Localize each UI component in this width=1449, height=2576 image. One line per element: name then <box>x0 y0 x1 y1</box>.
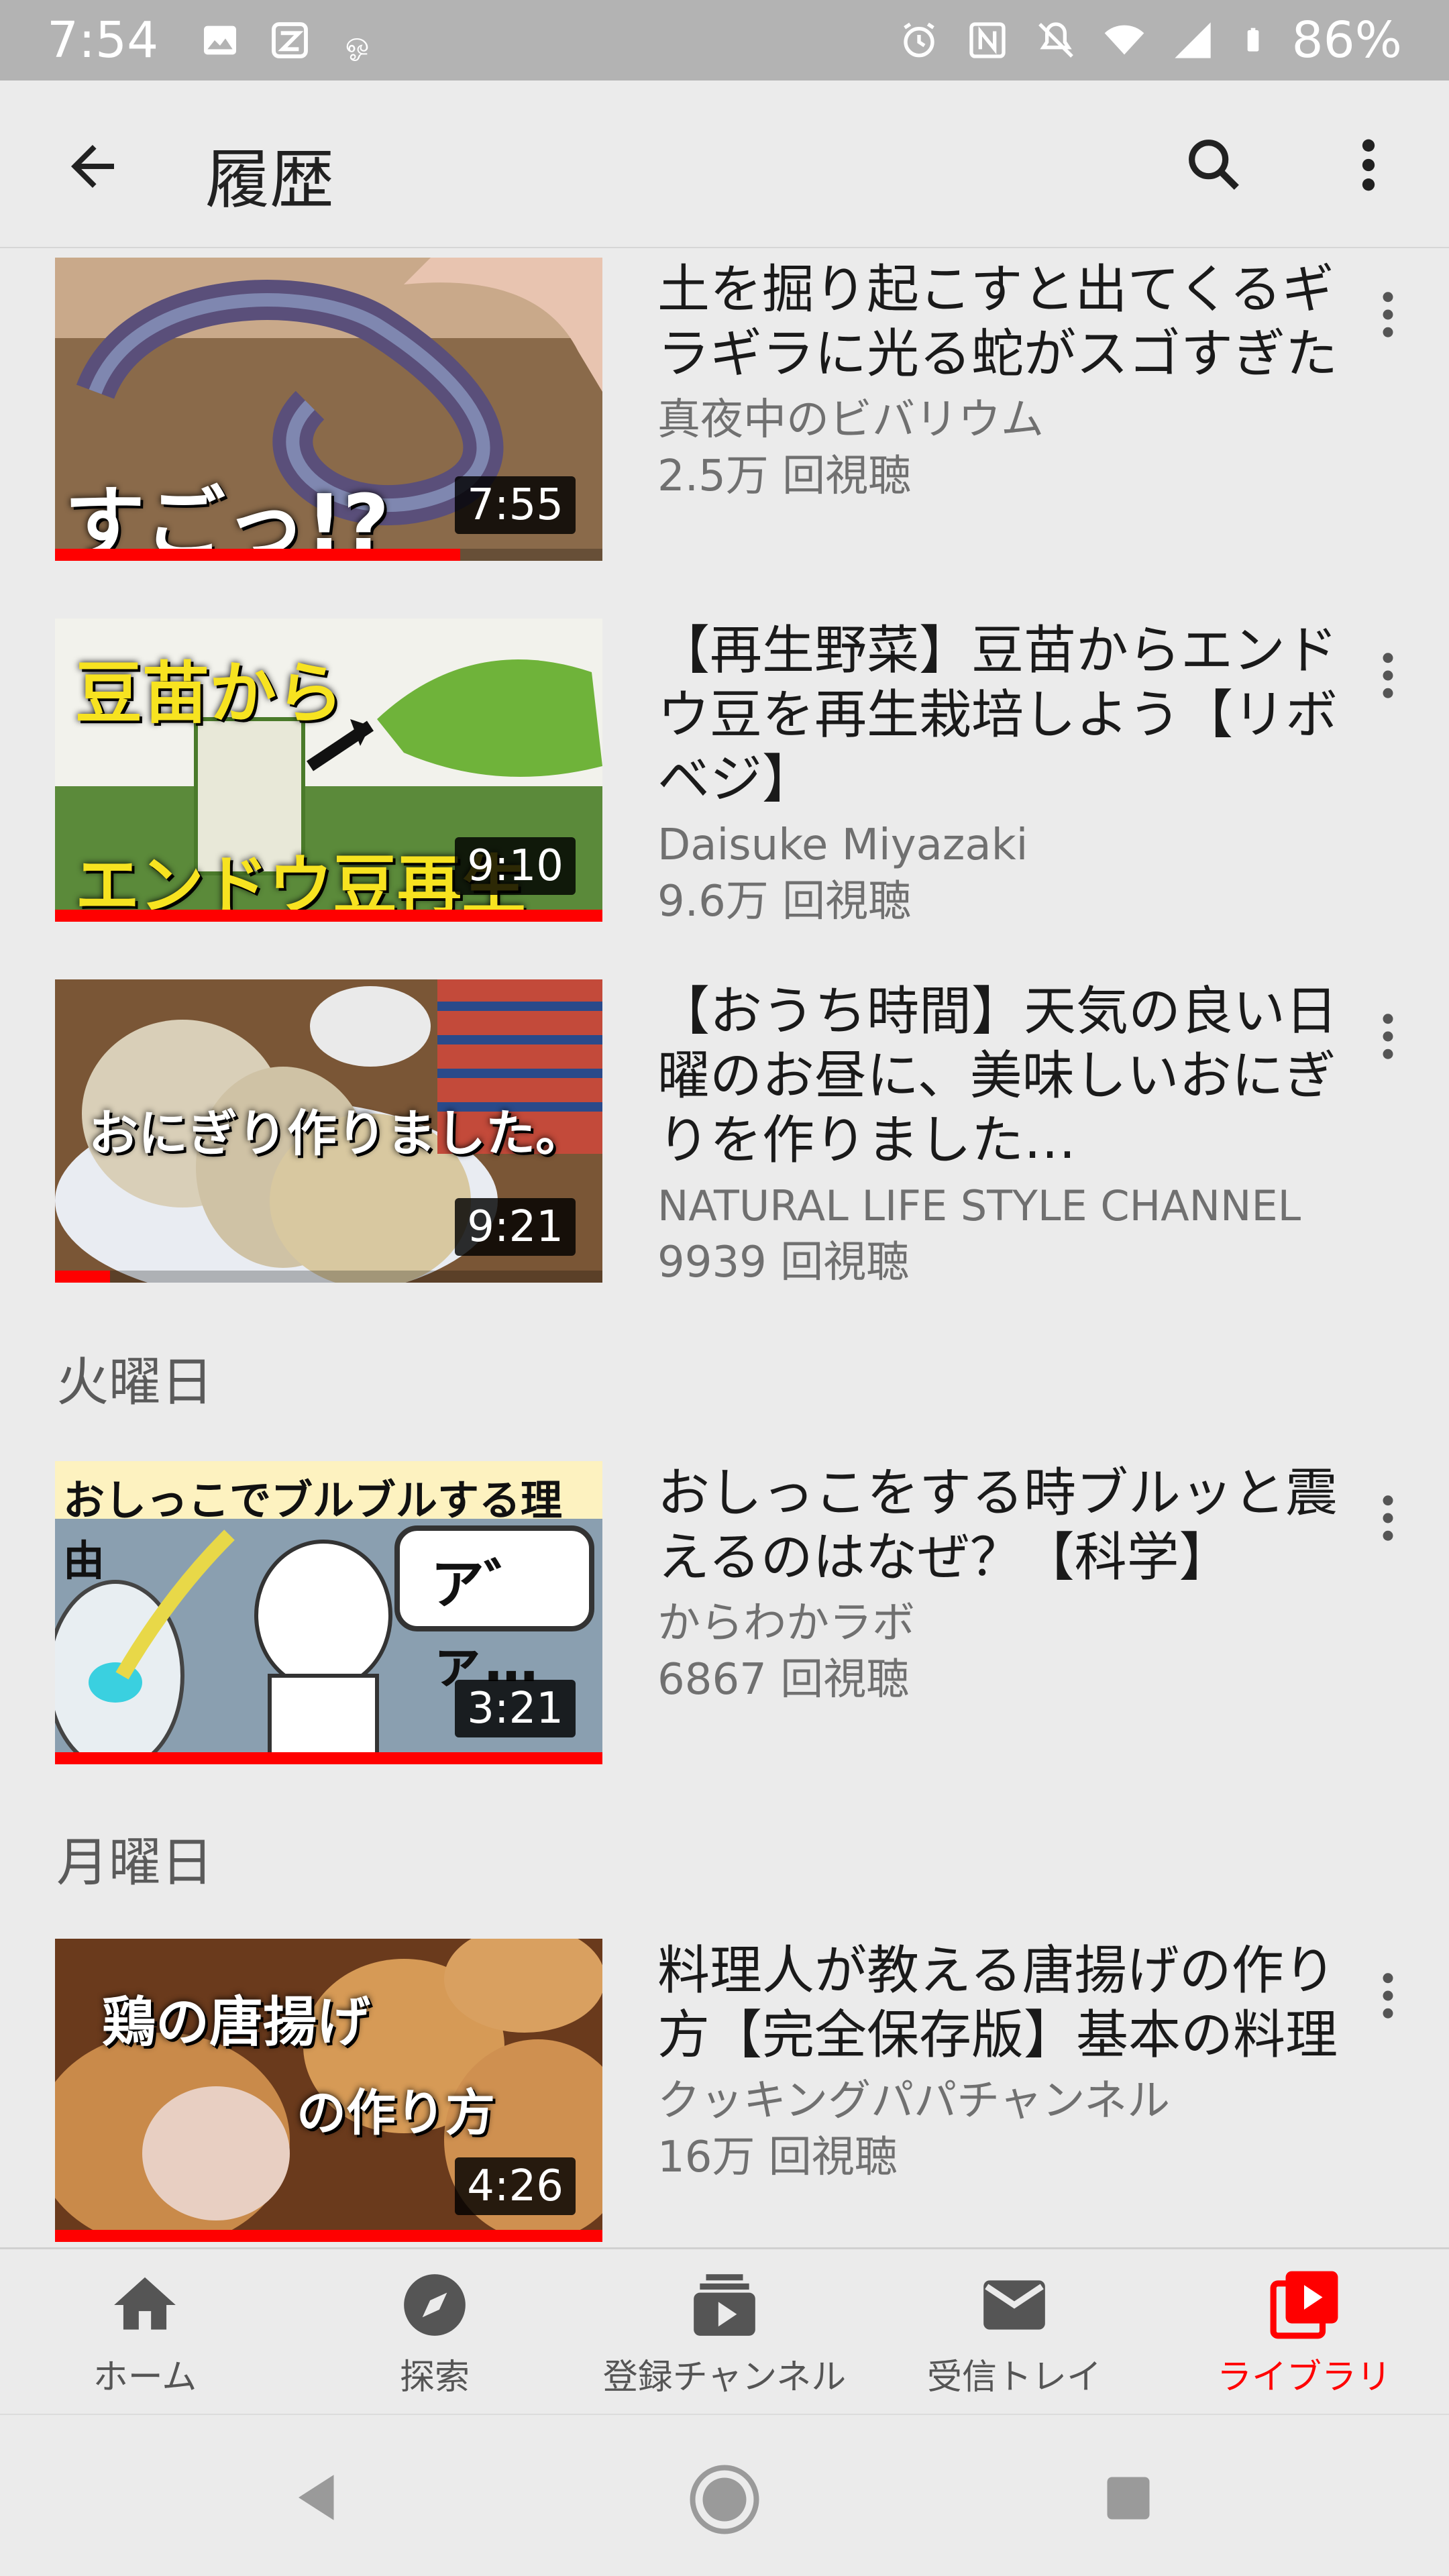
video-duration: 9:21 <box>455 1198 576 1256</box>
video-title[interactable]: おしっこをする時ブルッと震えるのはなぜ？【科学】 <box>657 1461 1342 1590</box>
channel-name: からわかラボ <box>657 1599 915 1648</box>
watch-progress-bar <box>55 1271 110 1283</box>
video-thumbnail[interactable]: おしっこでブルブルする理由 ア゛ァ… 3:21 <box>55 1461 602 1764</box>
thumbnail-caption: 豆苗から <box>75 654 343 733</box>
nav-label: ホーム <box>93 2357 197 2398</box>
nav-inbox[interactable]: 受信トレイ <box>869 2249 1159 2414</box>
status-bar: 7:54 ஓ 86% <box>0 0 1449 80</box>
more-vert-icon[interactable] <box>1371 1006 1405 1067</box>
more-vert-icon[interactable] <box>1371 1966 1405 2026</box>
thumbnail-caption: おにぎり作りました。 <box>89 1105 585 1163</box>
nav-explore[interactable]: 探索 <box>290 2249 580 2414</box>
nav-subscriptions[interactable]: 登録チャンネル <box>580 2249 869 2414</box>
thumbnail-caption: すごっ!? <box>64 478 390 561</box>
svg-text:ஓ: ஓ <box>345 27 370 62</box>
more-vert-icon[interactable] <box>1348 131 1389 199</box>
status-time: 7:54 <box>47 11 159 69</box>
video-thumbnail[interactable]: おにぎり作りました。 9:21 <box>55 979 602 1283</box>
nav-label: 受信トレイ <box>926 2357 1102 2398</box>
section-header-monday: 月曜日 <box>56 1833 214 1893</box>
video-item[interactable]: おしっこでブルブルする理由 ア゛ァ… 3:21 おしっこをする時ブルッと震えるの… <box>0 1461 1449 1770</box>
library-icon <box>1270 2271 1338 2339</box>
nav-label: ライブラリ <box>1216 2357 1391 2398</box>
video-duration: 4:26 <box>455 2157 576 2215</box>
system-navigation-bar <box>0 2414 1449 2576</box>
channel-name: NATURAL LIFE STYLE CHANNEL <box>657 1181 1301 1230</box>
page-title: 履歴 <box>205 142 334 217</box>
system-home-icon[interactable] <box>684 2459 765 2540</box>
system-back-icon[interactable] <box>288 2467 349 2528</box>
video-title[interactable]: 土を掘り起こすと出てくるギラギラに光る蛇がスゴすぎた <box>657 258 1342 386</box>
system-recents-icon[interactable] <box>1100 2470 1157 2526</box>
home-icon <box>114 2277 176 2330</box>
back-arrow-icon[interactable] <box>60 134 125 199</box>
channel-name: 真夜中のビバリウム <box>657 395 1044 445</box>
section-header-tuesday: 火曜日 <box>56 1352 214 1413</box>
video-title[interactable]: 【再生野菜】豆苗からエンドウ豆を再生栽培しよう【リボベジ】 <box>657 619 1342 812</box>
video-title[interactable]: 【おうち時間】天気の良い日曜のお昼に、美味しいおにぎりを作りました… <box>657 979 1342 1173</box>
wifi-icon <box>1104 25 1144 55</box>
video-title[interactable]: 料理人が教える唐揚げの作り方【完全保存版】基本の料理 <box>657 1939 1342 2068</box>
bottom-navigation: ホーム 探索 登録チャンネル 受信トレイ ライブラリ <box>0 2247 1449 2414</box>
video-thumbnail[interactable]: 鶏の唐揚げ の作り方 4:26 <box>55 1939 602 2242</box>
thumbnail-caption: 鶏の唐揚げ <box>102 1991 370 2053</box>
inbox-icon <box>983 2280 1045 2330</box>
alarm-icon <box>903 22 934 58</box>
nav-home[interactable]: ホーム <box>0 2249 290 2414</box>
battery-icon <box>1247 28 1258 52</box>
video-duration: 9:10 <box>455 837 576 895</box>
channel-name: Daisuke Miyazaki <box>657 820 1028 870</box>
history-list: すごっ!? 7:55 土を掘り起こすと出てくるギラギラに光る蛇がスゴすぎた 真夜… <box>0 250 1449 2247</box>
more-vert-icon[interactable] <box>1371 284 1405 345</box>
subscriptions-icon <box>694 2274 755 2336</box>
battery-percentage: 86% <box>1291 11 1402 69</box>
notification-icon: ஓ <box>345 27 370 62</box>
nav-label: 探索 <box>399 2357 470 2398</box>
watch-progress-bar <box>55 1752 602 1764</box>
more-vert-icon[interactable] <box>1371 645 1405 706</box>
video-duration: 7:55 <box>455 476 576 534</box>
mute-icon <box>1038 22 1073 58</box>
channel-name: クッキングパパチャンネル <box>657 2076 1171 2126</box>
view-count: 2.5万 回視聴 <box>657 451 912 501</box>
app-bar: 履歴 <box>0 80 1449 248</box>
thumbnail-speech: ア゛ァ… <box>431 1554 538 1694</box>
video-thumbnail[interactable]: 豆苗から エンドウ豆再生 9:10 <box>55 619 602 922</box>
video-item[interactable]: 豆苗から エンドウ豆再生 9:10 【再生野菜】豆苗からエンドウ豆を再生栽培しよ… <box>0 619 1449 927</box>
view-count: 6867 回視聴 <box>657 1655 910 1705</box>
video-duration: 3:21 <box>455 1680 576 1737</box>
video-item[interactable]: すごっ!? 7:55 土を掘り起こすと出てくるギラギラに光る蛇がスゴすぎた 真夜… <box>0 258 1449 566</box>
view-count: 9939 回視聴 <box>657 1238 910 1287</box>
view-count: 16万 回視聴 <box>657 2133 898 2182</box>
more-vert-icon[interactable] <box>1371 1488 1405 1548</box>
app-icon <box>272 22 309 58</box>
video-item[interactable]: 鶏の唐揚げ の作り方 4:26 料理人が教える唐揚げの作り方【完全保存版】基本の… <box>0 1939 1449 2247</box>
watch-progress-bar <box>55 549 460 561</box>
nav-label: 登録チャンネル <box>602 2357 847 2398</box>
video-thumbnail[interactable]: すごっ!? 7:55 <box>55 258 602 561</box>
image-icon <box>204 25 237 55</box>
search-icon[interactable] <box>1181 131 1248 199</box>
view-count: 9.6万 回視聴 <box>657 877 912 926</box>
watch-progress-bar <box>55 910 602 922</box>
watch-progress-bar <box>55 2230 602 2242</box>
nav-library[interactable]: ライブラリ <box>1159 2249 1449 2414</box>
signal-icon <box>1174 22 1211 58</box>
thumbnail-caption-2: の作り方 <box>297 2084 495 2142</box>
video-item[interactable]: おにぎり作りました。 9:21 【おうち時間】天気の良い日曜のお昼に、美味しいお… <box>0 979 1449 1288</box>
explore-icon <box>404 2274 466 2336</box>
nfc-icon <box>969 22 1006 58</box>
